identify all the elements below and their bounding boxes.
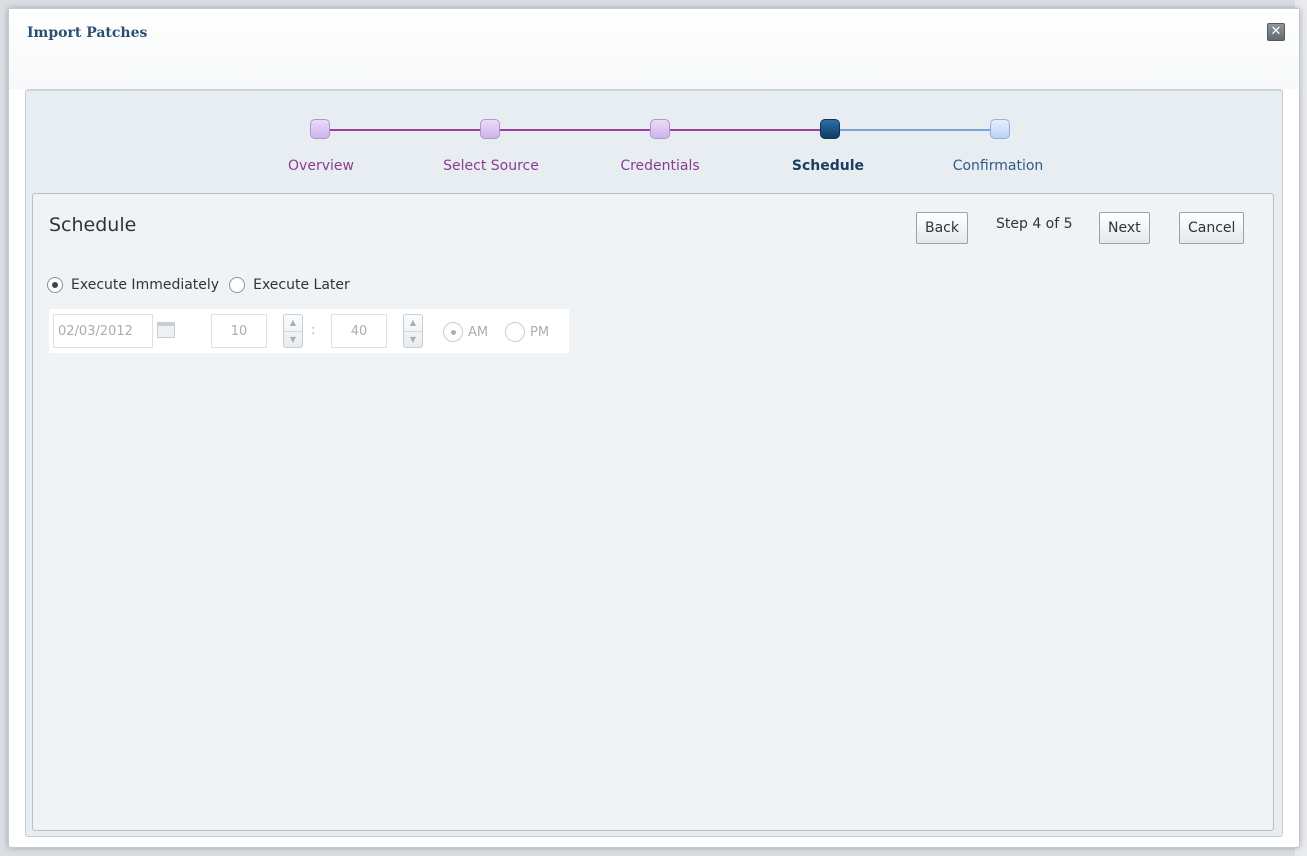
close-icon[interactable]: ✕ bbox=[1267, 23, 1285, 41]
wizard-content: Overview Select Source Credentials Sched… bbox=[25, 89, 1283, 837]
import-patches-dialog: Import Patches ✕ Overview Select Source … bbox=[8, 8, 1300, 848]
minute-field[interactable] bbox=[331, 314, 387, 348]
radio-unselected-icon bbox=[505, 322, 525, 342]
date-field[interactable] bbox=[53, 314, 153, 348]
train-stop-credentials[interactable] bbox=[650, 119, 670, 139]
execution-options: Execute Immediately Execute Later bbox=[47, 274, 360, 296]
spin-up-icon[interactable]: ▲ bbox=[404, 315, 422, 332]
train-connector-visited bbox=[314, 129, 830, 131]
execute-immediately-label: Execute Immediately bbox=[71, 277, 220, 293]
minute-spinner[interactable]: ▲ ▼ bbox=[403, 314, 423, 348]
train-navigator: Overview Select Source Credentials Sched… bbox=[26, 91, 1282, 191]
next-button[interactable]: Next bbox=[1099, 212, 1150, 244]
pm-radio[interactable]: PM bbox=[505, 322, 549, 342]
train-stop-confirmation[interactable] bbox=[990, 119, 1010, 139]
radio-selected-icon bbox=[443, 322, 463, 342]
spin-down-icon[interactable]: ▼ bbox=[284, 332, 302, 348]
train-label-credentials[interactable]: Credentials bbox=[620, 158, 699, 174]
train-label-confirmation[interactable]: Confirmation bbox=[953, 158, 1044, 174]
back-button[interactable]: Back bbox=[916, 212, 968, 244]
execute-immediately-radio[interactable]: Execute Immediately bbox=[47, 277, 219, 293]
pm-label: PM bbox=[530, 324, 550, 340]
dialog-titlebar: Import Patches ✕ bbox=[9, 9, 1299, 89]
train-stop-schedule bbox=[820, 119, 840, 139]
execute-later-label: Execute Later bbox=[253, 277, 350, 293]
cancel-button[interactable]: Cancel bbox=[1179, 212, 1245, 244]
time-separator: : bbox=[311, 323, 316, 338]
schedule-panel: Schedule Back Step 4 of 5 Next Cancel Ex… bbox=[32, 193, 1274, 831]
schedule-datetime-row: ▲ ▼ : ▲ ▼ AM PM bbox=[49, 309, 569, 353]
radio-unselected-icon bbox=[229, 277, 246, 293]
spin-down-icon[interactable]: ▼ bbox=[404, 332, 422, 348]
am-radio[interactable]: AM bbox=[443, 322, 488, 342]
calendar-icon[interactable] bbox=[157, 322, 175, 338]
train-stop-select-source[interactable] bbox=[480, 119, 500, 139]
execute-later-radio[interactable]: Execute Later bbox=[229, 277, 350, 293]
am-label: AM bbox=[468, 324, 489, 340]
train-label-overview[interactable]: Overview bbox=[288, 158, 354, 174]
spin-up-icon[interactable]: ▲ bbox=[284, 315, 302, 332]
hour-spinner[interactable]: ▲ ▼ bbox=[283, 314, 303, 348]
step-indicator: Step 4 of 5 bbox=[996, 216, 1073, 232]
dialog-title: Import Patches bbox=[27, 25, 148, 41]
train-label-schedule: Schedule bbox=[791, 158, 865, 174]
train-label-select-source[interactable]: Select Source bbox=[443, 158, 539, 174]
train-connector-future bbox=[830, 129, 998, 131]
train-stop-overview[interactable] bbox=[310, 119, 330, 139]
page-title: Schedule bbox=[49, 214, 137, 236]
hour-field[interactable] bbox=[211, 314, 267, 348]
radio-selected-icon bbox=[47, 277, 63, 293]
